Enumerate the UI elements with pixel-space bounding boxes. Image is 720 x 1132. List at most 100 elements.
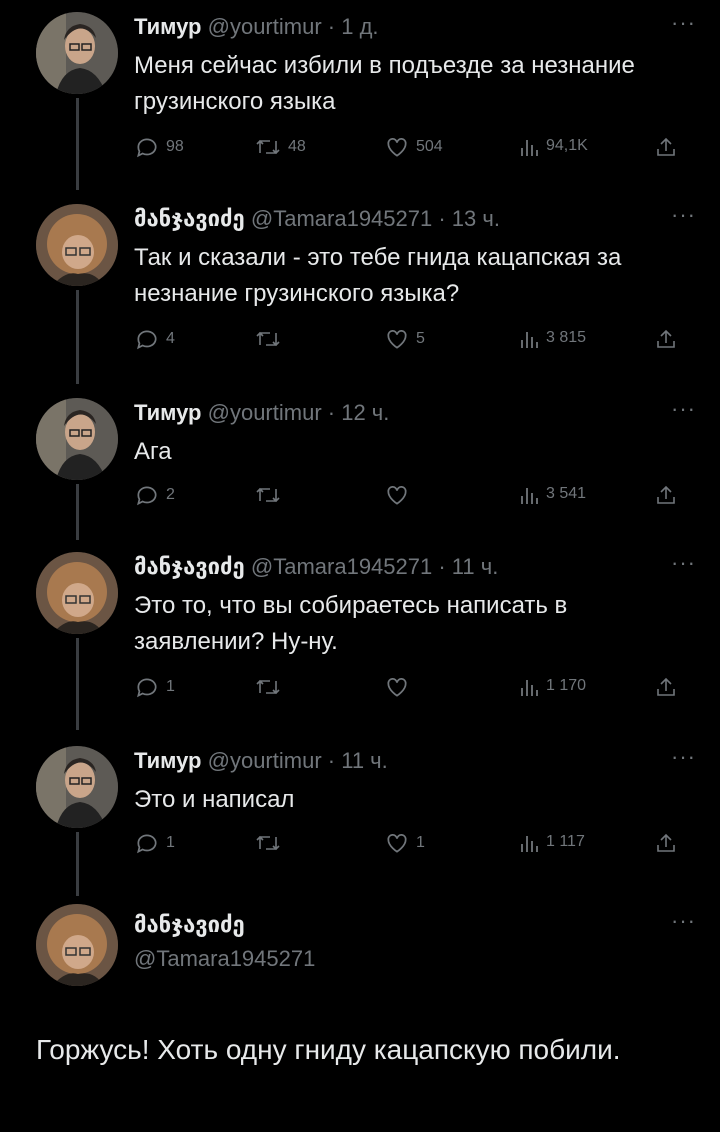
avatar[interactable]: [36, 552, 118, 634]
reply-button[interactable]: 1: [134, 674, 175, 700]
views-button[interactable]: 1 117: [518, 830, 585, 854]
reply-count: 1: [166, 834, 175, 851]
share-button[interactable]: [654, 830, 678, 856]
avatar[interactable]: [36, 204, 118, 286]
reply-button[interactable]: 4: [134, 326, 175, 352]
author-name[interactable]: Тимур: [134, 748, 202, 773]
avatar[interactable]: [36, 12, 118, 94]
tweet-text: Меня сейчас избили в подъезде за незнани…: [134, 52, 635, 115]
author-handle[interactable]: @Tamara1945271: [134, 946, 315, 972]
tweet-text: Это то, что вы собираетесь написать в за…: [134, 592, 568, 655]
tweet-text: Ага: [134, 438, 172, 465]
retweet-icon: [256, 679, 280, 695]
avatar[interactable]: [36, 746, 118, 828]
tweet[interactable]: Тимур @yourtimur · 1 д. ··· Меня сейчас …: [0, 0, 720, 190]
tweet[interactable]: მანჯავიძე @Tamara1945271 · 11 ч. ··· Это…: [0, 540, 720, 730]
focused-tweet[interactable]: მანჯავიძე @Tamara1945271 ···: [0, 898, 720, 1132]
timestamp[interactable]: · 12 ч.: [328, 400, 390, 425]
timestamp[interactable]: · 1 д.: [328, 14, 379, 39]
thread-line: [76, 290, 79, 384]
tweet[interactable]: მანჯავიძე @Tamara1945271 · 13 ч. ··· Так…: [0, 192, 720, 384]
share-button[interactable]: [654, 134, 678, 160]
like-button[interactable]: 5: [384, 326, 425, 352]
share-icon: [657, 677, 675, 696]
more-options-icon[interactable]: ···: [671, 908, 696, 934]
views-button[interactable]: 3 541: [518, 482, 586, 506]
more-options-icon[interactable]: ···: [671, 550, 696, 576]
thread-line: [76, 832, 79, 896]
more-options-icon[interactable]: ···: [671, 202, 696, 228]
author-handle[interactable]: @yourtimur: [208, 400, 322, 425]
author-handle[interactable]: @Tamara1945271: [251, 206, 432, 231]
tweet-header: მანჯავიძე @Tamara1945271 · 13 ч.: [134, 206, 500, 232]
like-button[interactable]: [384, 674, 416, 700]
share-button[interactable]: [654, 326, 678, 352]
reply-icon: [137, 486, 157, 506]
thread-line: [76, 484, 79, 540]
timestamp[interactable]: · 11 ч.: [438, 554, 498, 579]
tweet-text: Это и написал: [134, 786, 295, 813]
author-handle[interactable]: @yourtimur: [208, 14, 322, 39]
retweet-button[interactable]: [254, 830, 288, 856]
tweet-header: მანჯავიძე: [134, 912, 245, 938]
retweet-button[interactable]: [254, 482, 288, 508]
reply-button[interactable]: 2: [134, 482, 175, 508]
tweet[interactable]: Тимур @yourtimur · 12 ч. ··· Ага 2 3 541: [0, 386, 720, 540]
author-handle[interactable]: @yourtimur: [208, 748, 322, 773]
retweet-button[interactable]: 48: [254, 134, 306, 160]
timestamp[interactable]: · 13 ч.: [438, 206, 500, 231]
views-icon: [521, 140, 538, 156]
author-name[interactable]: Тимур: [134, 14, 202, 39]
reply-icon: [137, 330, 157, 350]
reply-count: 1: [166, 678, 175, 695]
reply-button[interactable]: 1: [134, 830, 175, 856]
action-bar: 98 48 504 94,1K: [134, 134, 694, 164]
thread-line: [76, 98, 79, 190]
avatar[interactable]: [36, 398, 118, 480]
author-name[interactable]: მანჯავიძე: [134, 206, 245, 231]
like-button[interactable]: [384, 482, 416, 508]
author-name[interactable]: მანჯავიძე: [134, 912, 245, 937]
more-options-icon[interactable]: ···: [671, 744, 696, 770]
reply-button[interactable]: 98: [134, 134, 184, 160]
reply-count: 4: [166, 330, 175, 347]
view-count: 3 815: [546, 329, 587, 346]
tweet-header: Тимур @yourtimur · 12 ч.: [134, 400, 389, 426]
tweet-text: Так и сказали - это тебе гнида кацапская…: [134, 244, 622, 307]
tweet[interactable]: Тимур @yourtimur · 11 ч. ··· Это и напис…: [0, 734, 720, 896]
avatar[interactable]: [36, 904, 118, 986]
reply-icon: [137, 138, 157, 158]
retweet-count: 48: [288, 138, 306, 155]
views-icon: [521, 332, 538, 348]
more-options-icon[interactable]: ···: [671, 10, 696, 36]
views-button[interactable]: 3 815: [518, 326, 586, 350]
retweet-button[interactable]: [254, 326, 288, 352]
author-name[interactable]: მანჯავიძე: [134, 554, 245, 579]
views-button[interactable]: 1 170: [518, 674, 586, 698]
action-bar: 2 3 541: [134, 482, 694, 512]
author-handle[interactable]: @Tamara1945271: [251, 554, 432, 579]
heart-icon: [387, 138, 407, 157]
reply-count: 98: [166, 138, 184, 155]
like-count: 1: [416, 834, 425, 851]
author-name[interactable]: Тимур: [134, 400, 202, 425]
reply-icon: [137, 834, 157, 854]
timestamp[interactable]: · 11 ч.: [328, 748, 388, 773]
retweet-icon: [256, 835, 280, 851]
share-button[interactable]: [654, 674, 678, 700]
share-button[interactable]: [654, 482, 678, 508]
retweet-icon: [256, 331, 280, 347]
like-count: 504: [416, 138, 443, 155]
retweet-button[interactable]: [254, 674, 288, 700]
more-options-icon[interactable]: ···: [671, 396, 696, 422]
views-icon: [521, 836, 538, 852]
like-button[interactable]: 1: [384, 830, 425, 856]
action-bar: 4 5 3 815: [134, 326, 694, 356]
share-icon: [657, 137, 675, 156]
like-count: 5: [416, 330, 425, 347]
tweet-header: Тимур @yourtimur · 11 ч.: [134, 748, 388, 774]
share-icon: [657, 329, 675, 348]
views-button[interactable]: 94,1K: [518, 134, 588, 158]
like-button[interactable]: 504: [384, 134, 443, 160]
reply-icon: [137, 678, 157, 698]
